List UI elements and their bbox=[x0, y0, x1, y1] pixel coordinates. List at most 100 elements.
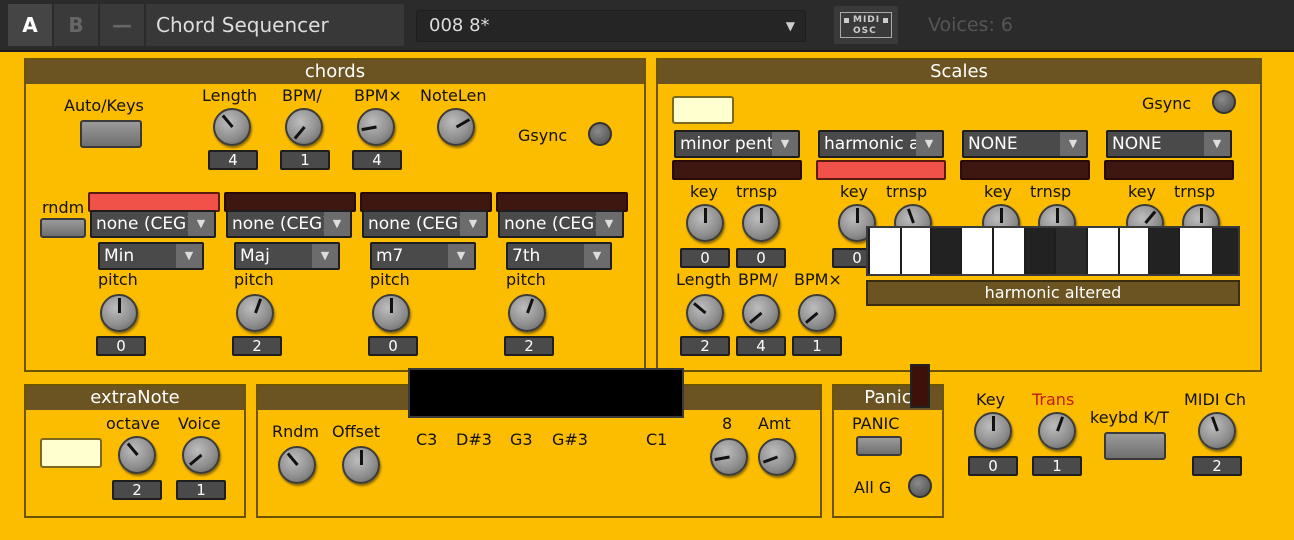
chord-bpm-div-value[interactable]: 1 bbox=[280, 150, 330, 170]
preset-selector[interactable]: 008 8* ▼ bbox=[416, 10, 806, 42]
scale-select-3[interactable]: NONE ▼ bbox=[962, 130, 1088, 158]
voice-value[interactable]: 1 bbox=[176, 480, 226, 500]
panic-label: PANIC bbox=[852, 414, 900, 433]
midi-ch-knob[interactable] bbox=[1198, 412, 1236, 450]
chord-type-select-1[interactable]: Min ▼ bbox=[98, 242, 204, 270]
chord-type-select-3[interactable]: m7 ▼ bbox=[370, 242, 476, 270]
midi-ch-value[interactable]: 2 bbox=[1192, 456, 1242, 476]
preset-name: 008 8* bbox=[429, 15, 490, 36]
pitch-knob-2[interactable] bbox=[236, 294, 274, 332]
pitch-label-4: pitch bbox=[506, 270, 546, 289]
scales-gsync-toggle[interactable] bbox=[1212, 90, 1236, 114]
voicing-value: none (CEG) bbox=[368, 214, 465, 234]
keyboard-key[interactable] bbox=[902, 228, 930, 274]
keyboard-key[interactable] bbox=[870, 228, 900, 274]
keyboard-key[interactable] bbox=[962, 228, 992, 274]
extranote-enable-button[interactable] bbox=[40, 438, 102, 468]
keyboard-key[interactable] bbox=[1120, 228, 1148, 274]
scales-enable-button[interactable] bbox=[672, 96, 734, 124]
scale-step-bar-2[interactable] bbox=[816, 160, 946, 180]
scale-trnsp-value-1[interactable]: 0 bbox=[736, 248, 786, 268]
keyboard-key[interactable] bbox=[1180, 228, 1212, 274]
pitch-value-3[interactable]: 0 bbox=[368, 336, 418, 356]
midi-osc-button[interactable]: MIDI OSC bbox=[834, 6, 898, 44]
amt-knob[interactable] bbox=[758, 438, 796, 476]
octave-value[interactable]: 2 bbox=[112, 480, 162, 500]
voicing-select-2[interactable]: none (CEG) ▼ bbox=[226, 210, 352, 238]
scale-bpm-div-value[interactable]: 4 bbox=[736, 336, 786, 356]
notelen-knob[interactable] bbox=[437, 108, 475, 146]
scale-trnsp-knob-1[interactable] bbox=[742, 204, 780, 242]
keyboard-key[interactable] bbox=[1214, 228, 1238, 274]
panic-button[interactable] bbox=[856, 436, 902, 456]
keyboard-key[interactable] bbox=[1056, 228, 1086, 274]
chord-type-select-4[interactable]: 7th ▼ bbox=[506, 242, 612, 270]
scale-select-1[interactable]: minor pent ▼ bbox=[674, 130, 800, 158]
voice-knob[interactable] bbox=[182, 436, 220, 474]
auto-keys-button[interactable] bbox=[80, 120, 142, 148]
pitch-value-4[interactable]: 2 bbox=[504, 336, 554, 356]
chord-step-bar-1[interactable] bbox=[88, 192, 220, 212]
trans-value[interactable]: 1 bbox=[1032, 456, 1082, 476]
keyboard-key[interactable] bbox=[1150, 228, 1178, 274]
slot-a-button[interactable]: A bbox=[8, 4, 52, 46]
pitch-label-2: pitch bbox=[234, 270, 274, 289]
all-g-toggle[interactable] bbox=[908, 474, 932, 498]
chord-bpm-div-label: BPM/ bbox=[282, 86, 322, 105]
keyboard-key[interactable] bbox=[1088, 228, 1118, 274]
chord-bpm-div-knob[interactable] bbox=[285, 108, 323, 146]
chord-step-bar-2[interactable] bbox=[224, 192, 356, 212]
scale-key-value-1[interactable]: 0 bbox=[680, 248, 730, 268]
scale-bpm-div-knob[interactable] bbox=[742, 294, 780, 332]
chord-length-knob[interactable] bbox=[213, 108, 251, 146]
chords-gsync-toggle[interactable] bbox=[588, 122, 612, 146]
eight-knob[interactable] bbox=[710, 438, 748, 476]
trans-knob[interactable] bbox=[1038, 412, 1076, 450]
pitch-knob-1[interactable] bbox=[100, 294, 138, 332]
scale-bpm-mul-value[interactable]: 1 bbox=[792, 336, 842, 356]
vel-offset-knob[interactable] bbox=[342, 446, 380, 484]
scale-keyboard[interactable] bbox=[866, 226, 1240, 276]
keyboard-key[interactable] bbox=[932, 228, 960, 274]
global-key-knob[interactable] bbox=[974, 412, 1012, 450]
midi-osc-icon: MIDI OSC bbox=[840, 12, 892, 38]
vel-rndm-knob[interactable] bbox=[278, 446, 316, 484]
scale-length-knob[interactable] bbox=[686, 294, 724, 332]
chevron-down-icon: ▼ bbox=[1060, 132, 1086, 156]
scale-bpm-mul-label: BPM× bbox=[794, 270, 842, 289]
chord-length-label: Length bbox=[202, 86, 258, 105]
global-key-value[interactable]: 0 bbox=[968, 456, 1018, 476]
octave-knob[interactable] bbox=[118, 436, 156, 474]
pitch-knob-3[interactable] bbox=[372, 294, 410, 332]
scale-name-display: harmonic altered bbox=[866, 280, 1240, 306]
voicing-select-1[interactable]: none (CEG) ▼ bbox=[90, 210, 216, 238]
scale-value: harmonic alt bbox=[824, 134, 931, 154]
chord-type-select-2[interactable]: Maj ▼ bbox=[234, 242, 340, 270]
scale-step-bar-3[interactable] bbox=[960, 160, 1090, 180]
pitch-knob-4[interactable] bbox=[508, 294, 546, 332]
chord-bpm-mul-value[interactable]: 4 bbox=[352, 150, 402, 170]
chord-step-bar-4[interactable] bbox=[496, 192, 628, 212]
chord-bpm-mul-knob[interactable] bbox=[357, 108, 395, 146]
voicing-select-4[interactable]: none (CEG) ▼ bbox=[498, 210, 624, 238]
keyboard-key[interactable] bbox=[1026, 228, 1054, 274]
scale-select-4[interactable]: NONE ▼ bbox=[1106, 130, 1232, 158]
scale-bpm-mul-knob[interactable] bbox=[798, 294, 836, 332]
voicing-select-3[interactable]: none (CEG) ▼ bbox=[362, 210, 488, 238]
keyboard-key[interactable] bbox=[994, 228, 1024, 274]
keybd-kt-button[interactable] bbox=[1104, 432, 1166, 460]
minimize-button[interactable]: — bbox=[100, 4, 144, 46]
slot-b-button[interactable]: B bbox=[54, 4, 98, 46]
rndm-button[interactable] bbox=[40, 218, 86, 238]
chevron-down-icon: ▼ bbox=[312, 244, 338, 268]
chord-step-bar-3[interactable] bbox=[360, 192, 492, 212]
scale-step-bar-1[interactable] bbox=[672, 160, 802, 180]
scale-select-2[interactable]: harmonic alt ▼ bbox=[818, 130, 944, 158]
pitch-value-2[interactable]: 2 bbox=[232, 336, 282, 356]
chord-length-value[interactable]: 4 bbox=[208, 150, 258, 170]
scale-length-value[interactable]: 2 bbox=[680, 336, 730, 356]
pitch-label-1: pitch bbox=[98, 270, 138, 289]
scale-key-knob-1[interactable] bbox=[686, 204, 724, 242]
pitch-value-1[interactable]: 0 bbox=[96, 336, 146, 356]
scale-step-bar-4[interactable] bbox=[1104, 160, 1234, 180]
